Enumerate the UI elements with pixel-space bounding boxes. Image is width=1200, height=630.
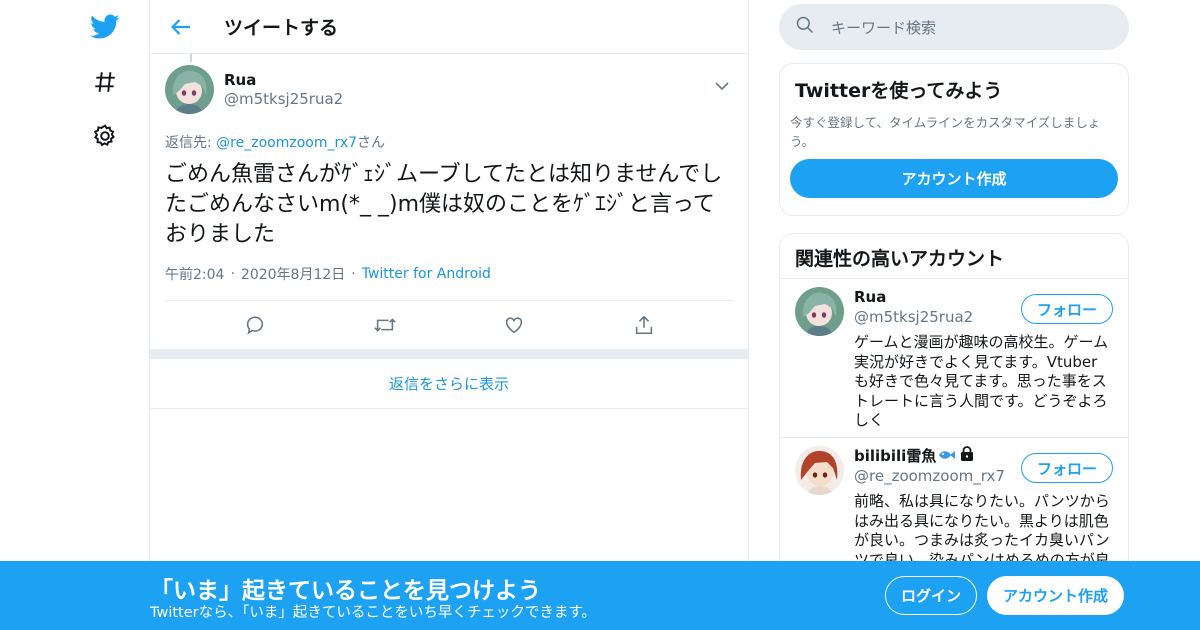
banner-create-account-button[interactable]: アカウント作成 [987,576,1124,615]
meta-separator: · [230,266,235,282]
reply-suffix: さん [357,135,386,151]
lock-icon [960,446,974,466]
avatar[interactable] [795,287,844,336]
page-title: ツイートする [224,17,339,39]
reply-prefix: 返信先: [165,135,217,151]
banner-subtitle: Twitterなら、「いま」起きていることをいち早くチェックできます。 [150,605,596,621]
related-user[interactable]: Rua @m5tksj25rua2 ゲームと漫画が趣味の高校生。ゲーム実況が好き… [780,279,1128,438]
like-icon[interactable] [499,310,529,340]
retweet-icon[interactable] [370,310,400,340]
page: ツイートする Rua @m5tksj25rua2 返信先: @re_zoomzo… [0,0,1200,630]
related-user-bio: ゲームと漫画が趣味の高校生。ゲーム実況が好きでよく見てます。Vtuberも好きで… [854,333,1109,429]
twitter-bird-icon[interactable] [88,10,122,44]
gear-icon[interactable] [88,119,122,153]
main-header: ツイートする [150,0,748,54]
tweet-date[interactable]: 2020年8月12日 [241,264,345,284]
tweet-actions [165,301,734,349]
reply-to: 返信先: @re_zoomzoom_rx7さん [165,132,733,152]
tweet-time[interactable]: 午前2:04 [165,264,224,284]
related-user-name-text[interactable]: bilibili雷魚 [854,446,936,466]
signup-card-title: Twitterを使ってみよう [795,80,1003,102]
related-accounts-header: 関連性の高いアカウント [780,234,1128,279]
create-account-button[interactable]: アカウント作成 [790,159,1118,198]
tweet: Rua @m5tksj25rua2 返信先: @re_zoomzoom_rx7さ… [150,54,748,349]
user-name[interactable]: Rua [224,70,343,90]
meta-separator: · [351,266,356,282]
login-button[interactable]: ログイン [885,576,977,615]
follow-button[interactable]: フォロー [1021,453,1113,483]
signup-card: Twitterを使ってみよう 今すぐ登録して、タイムラインをカスタマイズしましょ… [779,63,1129,216]
search-icon [795,15,815,39]
tweet-source-link[interactable]: Twitter for Android [362,266,491,282]
hashtag-icon[interactable] [88,65,122,99]
left-nav [80,0,130,630]
share-icon[interactable] [629,310,659,340]
follow-button[interactable]: フォロー [1021,294,1113,324]
related-user-bio: 前略、私は具になりたい。パンツからはみ出る具になりたい。黒よりは肌色が良い。つま… [854,492,1110,569]
reply-mention-link[interactable]: @re_zoomzoom_rx7 [216,135,357,151]
fish-icon [938,446,956,466]
search-placeholder: キーワード検索 [831,18,937,37]
related-accounts-card: 関連性の高いアカウント Rua @m5tksj25rua2 ゲームと漫画が趣味の… [779,233,1129,593]
tweet-text: ごめん魚雷さんがｹﾞｪｼﾞムーブしてたとは知りませんでしたごめんなさいm(*_ … [165,162,723,247]
related-accounts-title: 関連性の高いアカウント [795,248,1005,270]
main-column: ツイートする Rua @m5tksj25rua2 返信先: @re_zoomzo… [149,0,749,630]
user-handle[interactable]: @m5tksj25rua2 [224,90,343,109]
signup-banner: 「いま」起きていることを見つけよう Twitterなら、「いま」起きていることを… [0,561,1200,630]
banner-title: 「いま」起きていることを見つけよう [150,578,541,604]
right-column: キーワード検索 Twitterを使ってみよう 今すぐ登録して、タイムラインをカス… [779,0,1129,593]
section-divider [150,349,748,359]
tweet-meta: 午前2:04 · 2020年8月12日 · Twitter for Androi… [165,264,733,284]
avatar[interactable] [165,64,214,114]
avatar[interactable] [795,446,844,495]
tweet-header: Rua @m5tksj25rua2 [165,64,733,114]
search-input[interactable]: キーワード検索 [779,4,1129,50]
reply-icon[interactable] [240,310,270,340]
show-more-replies-button[interactable]: 返信をさらに表示 [150,359,748,409]
back-arrow-icon[interactable] [168,14,194,40]
user-block: Rua @m5tksj25rua2 [224,70,343,109]
signup-card-description: 今すぐ登録して、タイムラインをカスタマイズしましょう。 [790,115,1101,149]
chevron-down-icon[interactable] [714,76,734,91]
